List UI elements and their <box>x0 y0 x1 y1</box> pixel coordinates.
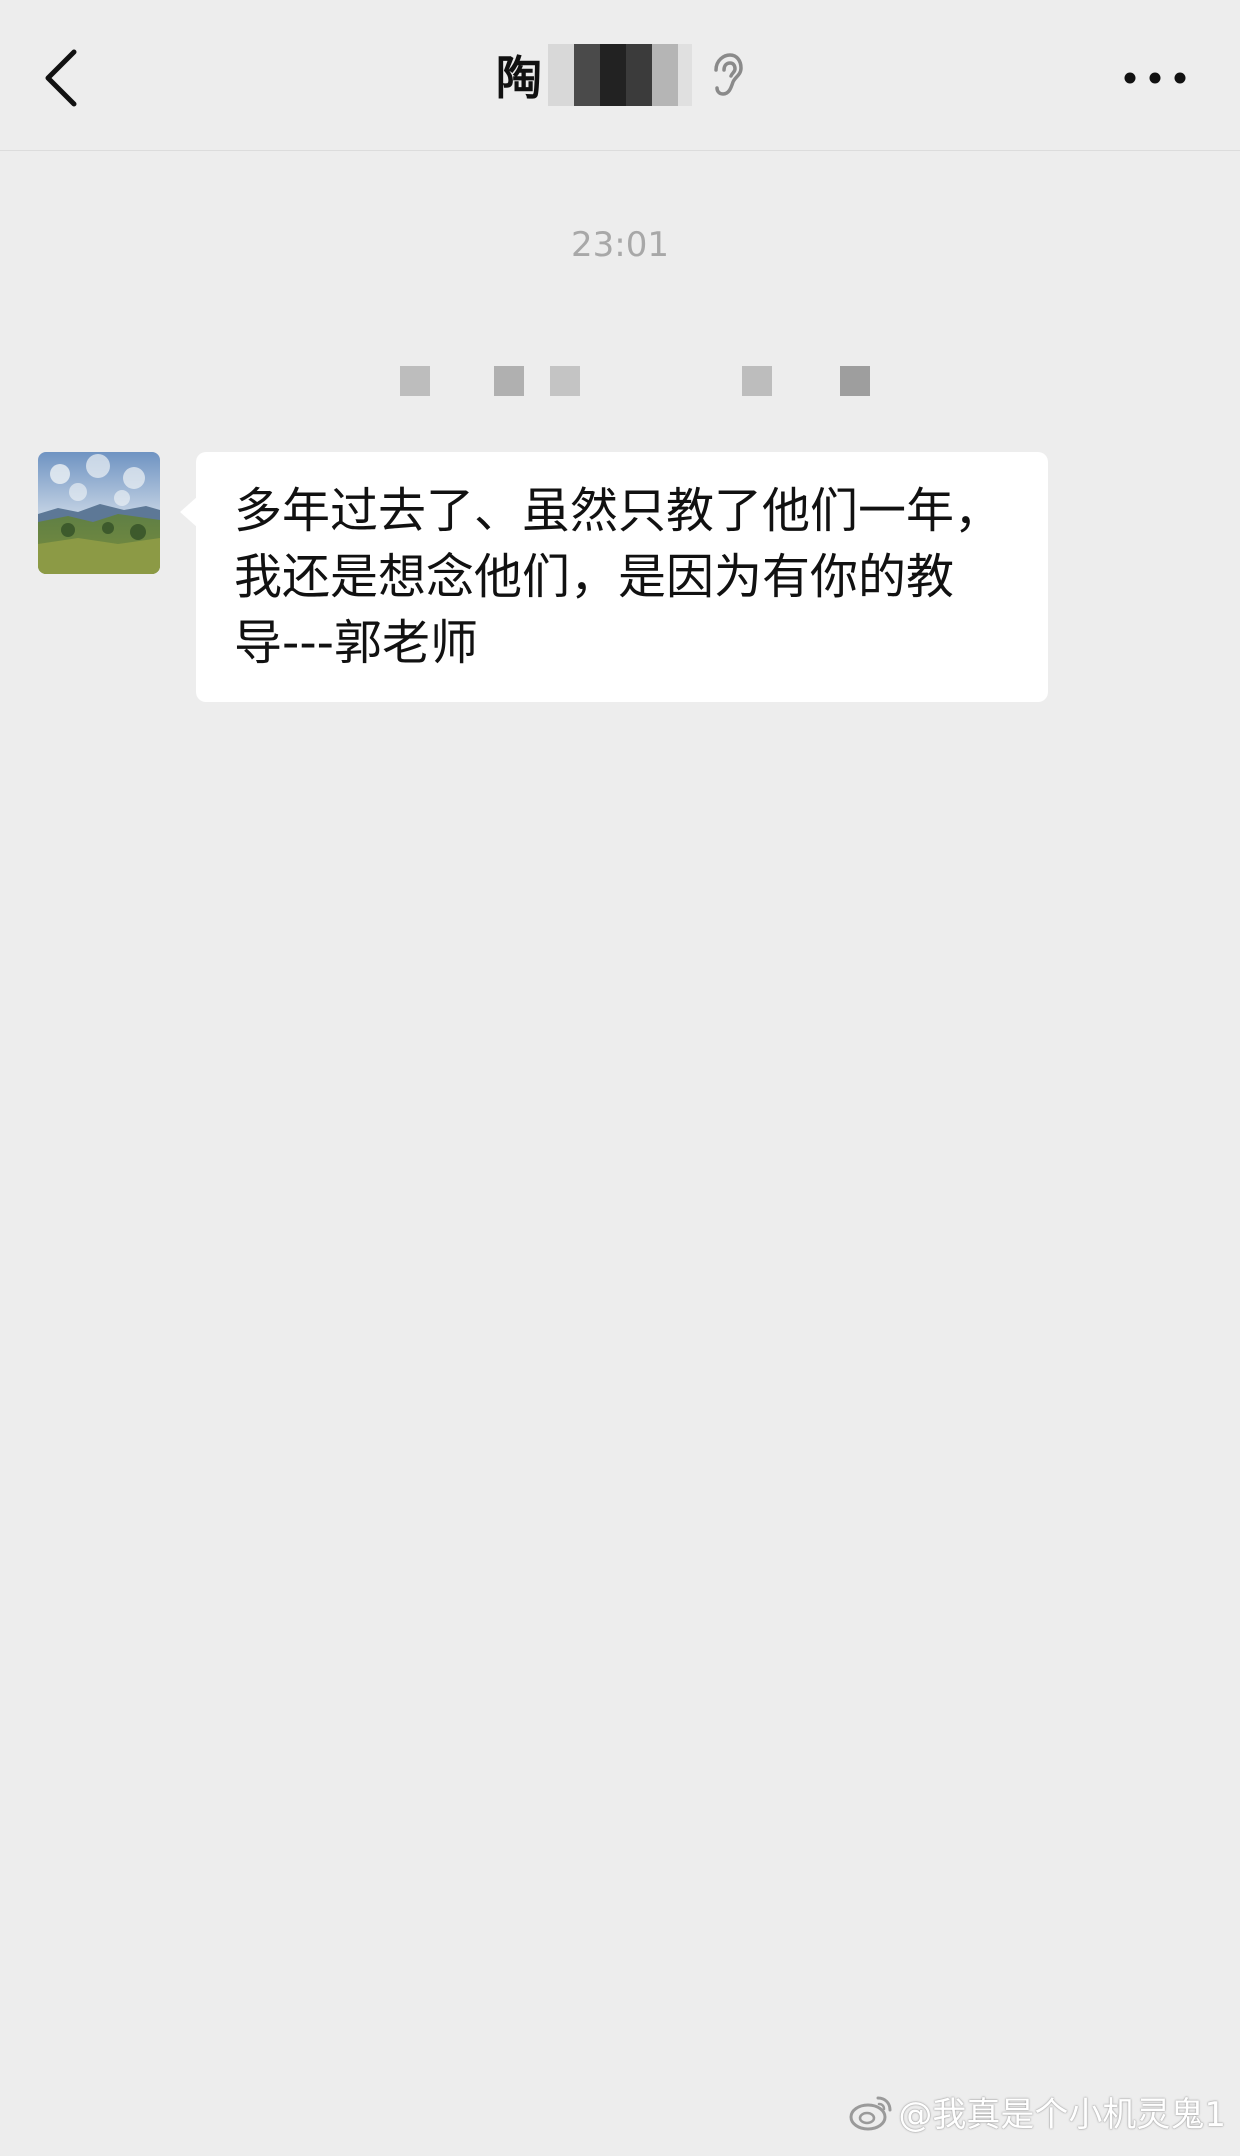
contact-avatar[interactable] <box>38 452 160 574</box>
message-timestamp: 23:01 <box>571 225 669 265</box>
watermark-text: @我真是个小机灵鬼1 <box>898 2095 1226 2135</box>
weibo-icon <box>849 2096 892 2130</box>
top-bar: 陶 <box>0 0 1240 151</box>
title-redaction <box>548 44 692 106</box>
landscape-avatar <box>38 452 160 574</box>
message-bubble[interactable]: 多年过去了、虽然只教了他们一年，我还是想念他们，是因为有你的教导---郭老师 <box>196 452 1048 702</box>
ear-icon <box>714 53 743 96</box>
more-button[interactable] <box>1120 58 1190 98</box>
watermark: @我真是个小机灵鬼1 <box>848 2087 1226 2136</box>
chat-title: 陶 <box>496 51 542 105</box>
more-dots-icon <box>1124 72 1186 84</box>
redacted-system-notice <box>400 360 880 404</box>
chat-title-area: 陶 <box>0 40 1240 110</box>
